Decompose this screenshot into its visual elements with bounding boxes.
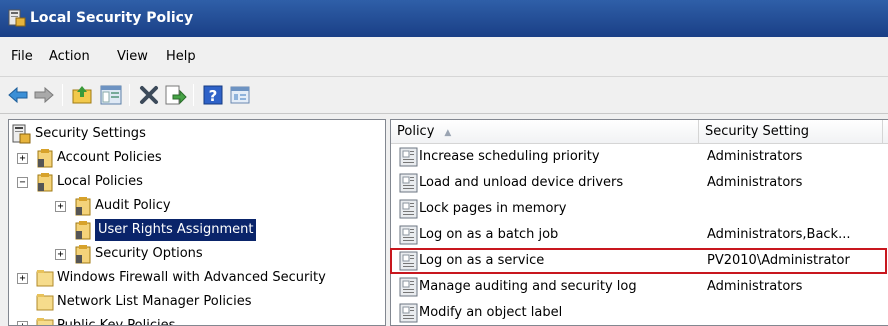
tree-node-label: Network List Manager Policies [57,294,252,309]
menu-bar: File Action View Help [0,37,888,77]
policy-name: Modify an object label [419,305,563,320]
properties-icon[interactable] [228,83,252,107]
policy-folder-icon [73,196,93,216]
up-folder-icon[interactable] [70,83,94,107]
toolbar-separator [62,84,63,106]
table-row[interactable]: Modify an object label [391,300,888,325]
security-setting-value: Administrators [707,175,803,190]
menu-file[interactable]: File [11,49,33,64]
tree-node-label: Account Policies [57,150,162,165]
expand-button[interactable]: + [17,153,28,164]
tree-node-audit-policy[interactable]: + Audit Policy [9,194,385,218]
console-tree: Security Settings + Account Policies − L… [8,119,386,326]
column-header-security-setting[interactable]: Security Setting [699,120,883,144]
svg-text:?: ? [209,87,218,105]
help-icon[interactable]: ? [201,83,225,107]
tree-node-security-options[interactable]: + Security Options [9,242,385,266]
toolbar-separator [193,84,194,106]
column-header-policy[interactable]: Policy ▲ [391,120,699,144]
column-header-label: Security Setting [705,124,810,139]
tree-node-label-selected: User Rights Assignment [95,219,257,241]
table-row[interactable]: Log on as a batch job Administrators,Back… [391,222,888,248]
policy-folder-icon [35,172,55,192]
security-setting-value: Administrators,Back... [707,227,851,242]
policy-name: Log on as a batch job [419,227,559,242]
security-policy-app-icon [8,9,26,27]
tree-node-label: Security Settings [35,126,146,141]
collapse-button[interactable]: − [17,177,28,188]
tree-node-label: Security Options [95,246,203,261]
tree-node-security-settings[interactable]: Security Settings [9,122,385,146]
tree-node-network-list-manager[interactable]: Network List Manager Policies [9,290,385,314]
menu-help[interactable]: Help [166,49,196,64]
column-header-extra[interactable] [883,120,888,144]
highlight-annotation [390,248,887,274]
policy-icon [399,199,419,219]
policy-folder-icon [73,220,93,240]
menu-action[interactable]: Action [49,49,90,64]
policy-name: Increase scheduling priority [419,149,600,164]
export-list-icon[interactable] [163,83,187,107]
security-settings-icon [11,124,31,144]
policy-folder-icon [73,244,93,264]
tree-node-public-key-policies[interactable]: + Public Key Policies [9,314,385,326]
security-setting-value: Administrators [707,279,803,294]
back-icon[interactable] [6,83,30,107]
tree-node-user-rights-assignment[interactable]: User Rights Assignment [9,218,385,242]
expand-button[interactable]: + [17,321,28,325]
menu-view[interactable]: View [117,49,148,64]
policy-icon [399,173,419,193]
expand-button[interactable]: + [55,249,66,260]
column-header-label: Policy [397,124,435,139]
policy-icon [399,147,419,167]
window-title: Local Security Policy [30,10,194,26]
expand-button[interactable]: + [55,201,66,212]
content-area: Security Settings + Account Policies − L… [0,114,888,326]
tree-node-account-policies[interactable]: + Account Policies [9,146,385,170]
table-row[interactable]: Manage auditing and security log Administ… [391,274,888,300]
policy-list: Policy ▲ Security Setting Increase schedu… [390,119,888,326]
folder-icon [35,316,55,325]
policy-name: Lock pages in memory [419,201,567,216]
policy-folder-icon [35,148,55,168]
folder-icon [35,292,55,312]
policy-icon [399,277,419,297]
policy-name: Manage auditing and security log [419,279,637,294]
show-hide-tree-icon[interactable] [99,83,123,107]
folder-icon [35,268,55,288]
forward-icon[interactable] [32,83,56,107]
toolbar-separator [129,84,130,106]
policy-icon [399,303,419,323]
policy-icon [399,225,419,245]
table-row[interactable]: Lock pages in memory [391,196,888,222]
table-row[interactable]: Increase scheduling priority Administrato… [391,144,888,170]
tree-node-label: Local Policies [57,174,143,189]
table-row[interactable]: Load and unload device drivers Administra… [391,170,888,196]
expand-button[interactable]: + [17,273,28,284]
policy-name: Load and unload device drivers [419,175,624,190]
tree-node-local-policies[interactable]: − Local Policies [9,170,385,194]
sort-ascending-icon: ▲ [444,128,452,138]
toolbar: ? [0,77,888,114]
tree-node-label: Windows Firewall with Advanced Security [57,270,326,285]
delete-icon[interactable] [137,83,161,107]
security-setting-value: Administrators [707,149,803,164]
title-bar: Local Security Policy [0,0,888,37]
tree-node-windows-firewall[interactable]: + Windows Firewall with Advanced Securit… [9,266,385,290]
tree-node-label: Audit Policy [95,198,171,213]
tree-node-label: Public Key Policies [57,318,176,326]
